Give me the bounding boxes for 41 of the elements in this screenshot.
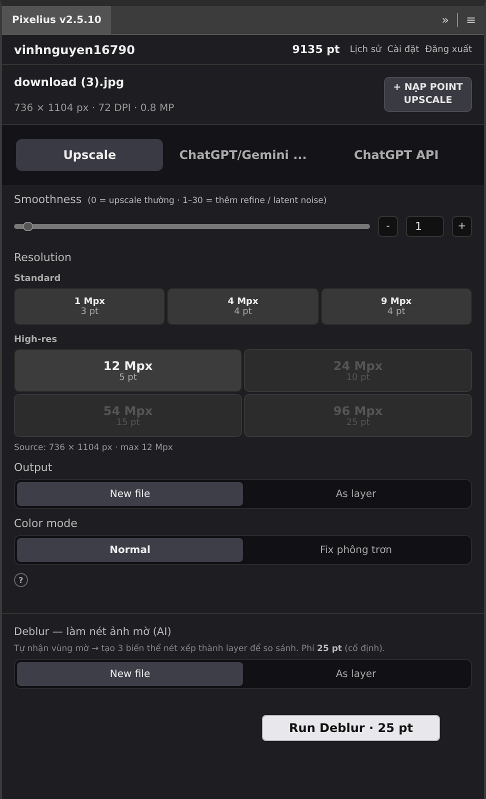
collapse-button[interactable]: » [440, 13, 451, 27]
resolution-option[interactable]: 12 Mpx 5 pt [14, 349, 242, 392]
segment-option[interactable]: Normal [17, 538, 243, 562]
mode-tab[interactable]: ChatGPT API [322, 139, 470, 171]
file-info: 736 × 1104 px · 72 DPI · 0.8 MP [14, 103, 174, 114]
panel-tab[interactable]: Pixelius v2.5.10 [2, 6, 112, 34]
smoothness-hint: (0 = upscale thường · 1–30 = thêm refine / latent noise) [88, 196, 327, 206]
section-label: Output [14, 461, 54, 474]
header-link[interactable]: Cài đặt [387, 44, 420, 54]
segment-option[interactable]: As layer [243, 662, 469, 686]
mode-tab[interactable]: Upscale [16, 139, 164, 171]
header-link[interactable]: Lịch sử [350, 44, 382, 54]
resolution-option[interactable]: 4 Mpx 4 pt [167, 288, 319, 325]
header-link[interactable]: Đăng xuất [425, 44, 472, 54]
run-deblur-button[interactable]: Run Deblur · 25 pt [262, 715, 440, 741]
smoothness-slider[interactable] [14, 224, 370, 229]
decrement-button[interactable]: - [378, 216, 398, 237]
increment-button[interactable]: + [452, 216, 472, 237]
source-note: Source: 736 × 1104 px · max 12 Mpx [14, 443, 174, 453]
deblur-title: Deblur — làm nét ảnh mờ (AI) [14, 626, 172, 638]
deblur-description: Tự nhận vùng mờ → tạo 3 biến thể nét xếp thành layer để so sánh. Phí 25 pt (cố định). [14, 644, 386, 654]
segment-option[interactable]: As layer [243, 482, 469, 506]
slider-thumb[interactable] [22, 222, 33, 231]
menu-button[interactable]: ≡ [464, 13, 478, 27]
segment-option[interactable]: New file [17, 662, 243, 686]
smoothness-field[interactable]: 1 [406, 216, 444, 237]
resolution-option[interactable]: 9 Mpx 4 pt [320, 288, 472, 325]
resolution-option[interactable]: 1 Mpx 3 pt [14, 288, 166, 325]
help-button[interactable]: ? [14, 573, 28, 587]
topup-button[interactable]: + NẠP POINT UPSCALE [384, 77, 472, 112]
segment-option[interactable]: New file [17, 482, 243, 506]
mode-tab[interactable]: ChatGPT/Gemini ... [169, 139, 317, 171]
section-label: Resolution [14, 251, 72, 264]
username: vinhnguyen16790 [14, 42, 135, 56]
group-label: High-res [14, 335, 58, 345]
points-balance: 9135 pt [292, 43, 340, 56]
segment-option[interactable]: Fix phông trơn [243, 538, 469, 562]
file-name: download (3).jpg [14, 75, 126, 89]
section-label: Color mode [14, 517, 78, 530]
group-label: Standard [14, 274, 62, 284]
smoothness-label: Smoothness [14, 193, 82, 206]
